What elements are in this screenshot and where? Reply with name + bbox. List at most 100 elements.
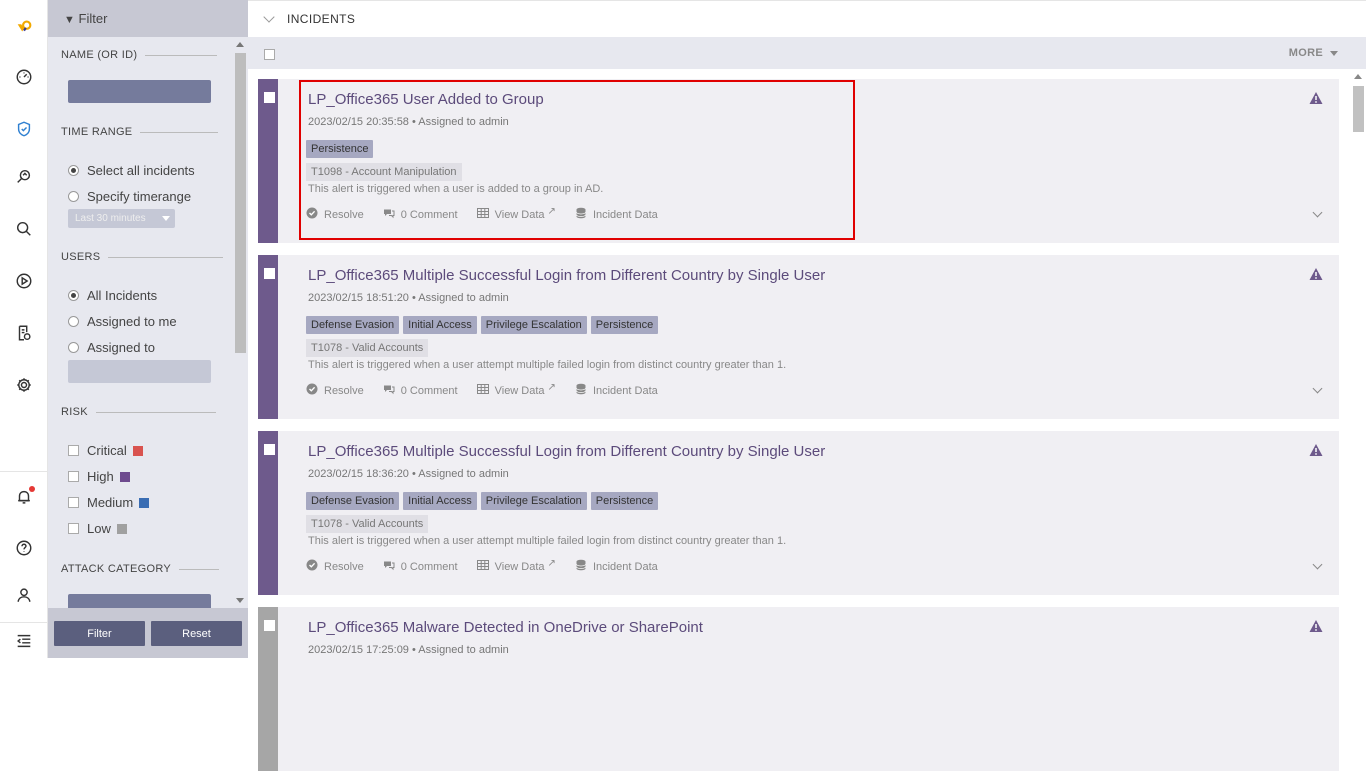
radio-assigned-to[interactable]: Assigned to xyxy=(68,340,155,355)
comment-button[interactable]: 0 Comment xyxy=(383,207,458,222)
reset-button[interactable]: Reset xyxy=(151,621,242,646)
incident-description: This alert is triggered when a user is a… xyxy=(308,183,604,195)
risk-stripe xyxy=(258,607,278,771)
scroll-up-icon[interactable] xyxy=(236,42,244,47)
scroll-thumb[interactable] xyxy=(1353,86,1364,132)
incident-card[interactable]: LP_Office365 User Added to Group 2023/02/… xyxy=(258,79,1339,243)
resolve-button[interactable]: Resolve xyxy=(306,383,364,398)
dashboard-gauge-icon[interactable] xyxy=(14,67,34,87)
filter-scrollbar[interactable] xyxy=(232,37,248,608)
attack-category-input[interactable] xyxy=(68,594,211,608)
radio-all-incidents[interactable]: All Incidents xyxy=(68,288,157,303)
more-dropdown[interactable]: MORE xyxy=(1289,47,1338,59)
tactic-tag[interactable]: Defense Evasion xyxy=(306,492,400,510)
incident-data-button[interactable]: Incident Data xyxy=(575,207,658,222)
filter-panel: ▼ Filter NAME (OR ID) TIME RANGE Select … xyxy=(48,0,248,658)
incident-checkbox[interactable] xyxy=(264,444,275,455)
radio-select-all-incidents[interactable]: Select all incidents xyxy=(68,163,195,178)
tactic-tag[interactable]: Privilege Escalation xyxy=(480,316,587,334)
incident-list-scrollbar[interactable] xyxy=(1350,69,1366,658)
logpoint-logo-icon[interactable] xyxy=(14,17,34,37)
incident-data-button[interactable]: Incident Data xyxy=(575,559,658,574)
resolve-button[interactable]: Resolve xyxy=(306,207,364,222)
tactic-tags: Defense Evasion Initial Access Privilege E… xyxy=(306,316,659,334)
technique-tag[interactable]: T1078 - Valid Accounts xyxy=(306,515,429,533)
risk-high-swatch xyxy=(119,471,130,482)
scroll-up-icon[interactable] xyxy=(1354,74,1362,79)
incident-card[interactable]: LP_Office365 Multiple Successful Login f… xyxy=(258,431,1339,595)
settings-gear-icon[interactable] xyxy=(14,375,34,395)
incident-checkbox[interactable] xyxy=(264,268,275,279)
expand-chevron-icon[interactable] xyxy=(1312,383,1323,394)
filter-funnel-icon: ▼ xyxy=(64,14,75,26)
tactic-tag[interactable]: Persistence xyxy=(590,492,659,510)
scroll-down-icon[interactable] xyxy=(236,598,244,603)
select-all-checkbox[interactable] xyxy=(264,49,275,60)
investigate-search-icon[interactable] xyxy=(14,167,34,187)
tactic-tag[interactable]: Initial Access xyxy=(403,316,477,334)
tactic-tag[interactable]: Persistence xyxy=(590,316,659,334)
risk-high-checkbox[interactable]: High xyxy=(68,469,130,484)
expand-chevron-icon[interactable] xyxy=(1312,559,1323,570)
incident-card[interactable]: LP_Office365 Multiple Successful Login f… xyxy=(258,255,1339,419)
view-data-button[interactable]: View Data ↗ xyxy=(476,382,556,398)
incident-checkbox[interactable] xyxy=(264,620,275,631)
database-icon xyxy=(575,207,593,222)
incidents-shield-icon[interactable] xyxy=(14,119,34,139)
incident-meta: 2023/02/15 20:35:58 • Assigned to admin xyxy=(308,116,509,128)
database-icon xyxy=(575,383,593,398)
incident-title[interactable]: LP_Office365 Malware Detected in OneDriv… xyxy=(308,619,703,636)
radio-indicator[interactable] xyxy=(68,165,79,176)
collapse-menu-icon[interactable] xyxy=(14,631,34,651)
incident-checkbox[interactable] xyxy=(264,92,275,103)
tactic-tag[interactable]: Initial Access xyxy=(403,492,477,510)
incident-title[interactable]: LP_Office365 Multiple Successful Login f… xyxy=(308,443,825,460)
radio-indicator[interactable] xyxy=(68,191,79,202)
risk-stripe xyxy=(258,79,278,243)
radio-assigned-to-me[interactable]: Assigned to me xyxy=(68,314,177,329)
warning-triangle-icon xyxy=(1309,91,1323,105)
table-icon xyxy=(476,559,495,574)
timerange-select[interactable]: Last 30 minutes xyxy=(68,209,175,228)
technique-tag[interactable]: T1078 - Valid Accounts xyxy=(306,339,429,357)
comment-button[interactable]: 0 Comment xyxy=(383,559,458,574)
radio-specify-timerange[interactable]: Specify timerange xyxy=(68,189,191,204)
tactic-tags: Persistence xyxy=(306,140,374,158)
incident-title[interactable]: LP_Office365 Multiple Successful Login f… xyxy=(308,267,825,284)
assigned-to-select[interactable] xyxy=(68,360,211,383)
name-input[interactable] xyxy=(68,80,211,103)
incidents-header[interactable]: INCIDENTS xyxy=(248,0,1366,37)
incident-title[interactable]: LP_Office365 User Added to Group xyxy=(308,91,544,108)
expand-chevron-icon[interactable] xyxy=(1312,207,1323,218)
incident-actions: Resolve 0 Comment View Data ↗ Incident Data xyxy=(306,206,677,222)
chevron-down-icon[interactable] xyxy=(263,11,275,23)
incident-card[interactable]: LP_Office365 Malware Detected in OneDriv… xyxy=(258,607,1339,771)
user-profile-icon[interactable] xyxy=(14,585,34,605)
filter-button[interactable]: Filter xyxy=(54,621,145,646)
comment-icon xyxy=(383,207,401,222)
scroll-thumb[interactable] xyxy=(235,53,246,353)
risk-critical-checkbox[interactable]: Critical xyxy=(68,443,143,458)
radio-indicator[interactable] xyxy=(68,290,79,301)
radio-indicator[interactable] xyxy=(68,342,79,353)
playbook-play-icon[interactable] xyxy=(14,271,34,291)
reports-document-icon[interactable] xyxy=(14,323,34,343)
tactic-tag[interactable]: Defense Evasion xyxy=(306,316,400,334)
incident-data-button[interactable]: Incident Data xyxy=(575,383,658,398)
technique-tag[interactable]: T1098 - Account Manipulation xyxy=(306,163,462,181)
tactic-tag[interactable]: Privilege Escalation xyxy=(480,492,587,510)
filter-header[interactable]: ▼ Filter xyxy=(48,0,248,37)
resolve-button[interactable]: Resolve xyxy=(306,559,364,574)
risk-medium-checkbox[interactable]: Medium xyxy=(68,495,150,510)
search-icon[interactable] xyxy=(14,219,34,239)
filter-footer: Filter Reset xyxy=(48,608,248,658)
incident-description: This alert is triggered when a user atte… xyxy=(308,535,787,547)
tactic-tag[interactable]: Persistence xyxy=(306,140,374,158)
help-question-icon[interactable] xyxy=(14,538,34,558)
comment-button[interactable]: 0 Comment xyxy=(383,383,458,398)
view-data-button[interactable]: View Data ↗ xyxy=(476,558,556,574)
radio-indicator[interactable] xyxy=(68,316,79,327)
incidents-main: INCIDENTS MORE LP_Office365 User Added t… xyxy=(248,0,1366,771)
view-data-button[interactable]: View Data ↗ xyxy=(476,206,556,222)
risk-low-checkbox[interactable]: Low xyxy=(68,521,127,536)
